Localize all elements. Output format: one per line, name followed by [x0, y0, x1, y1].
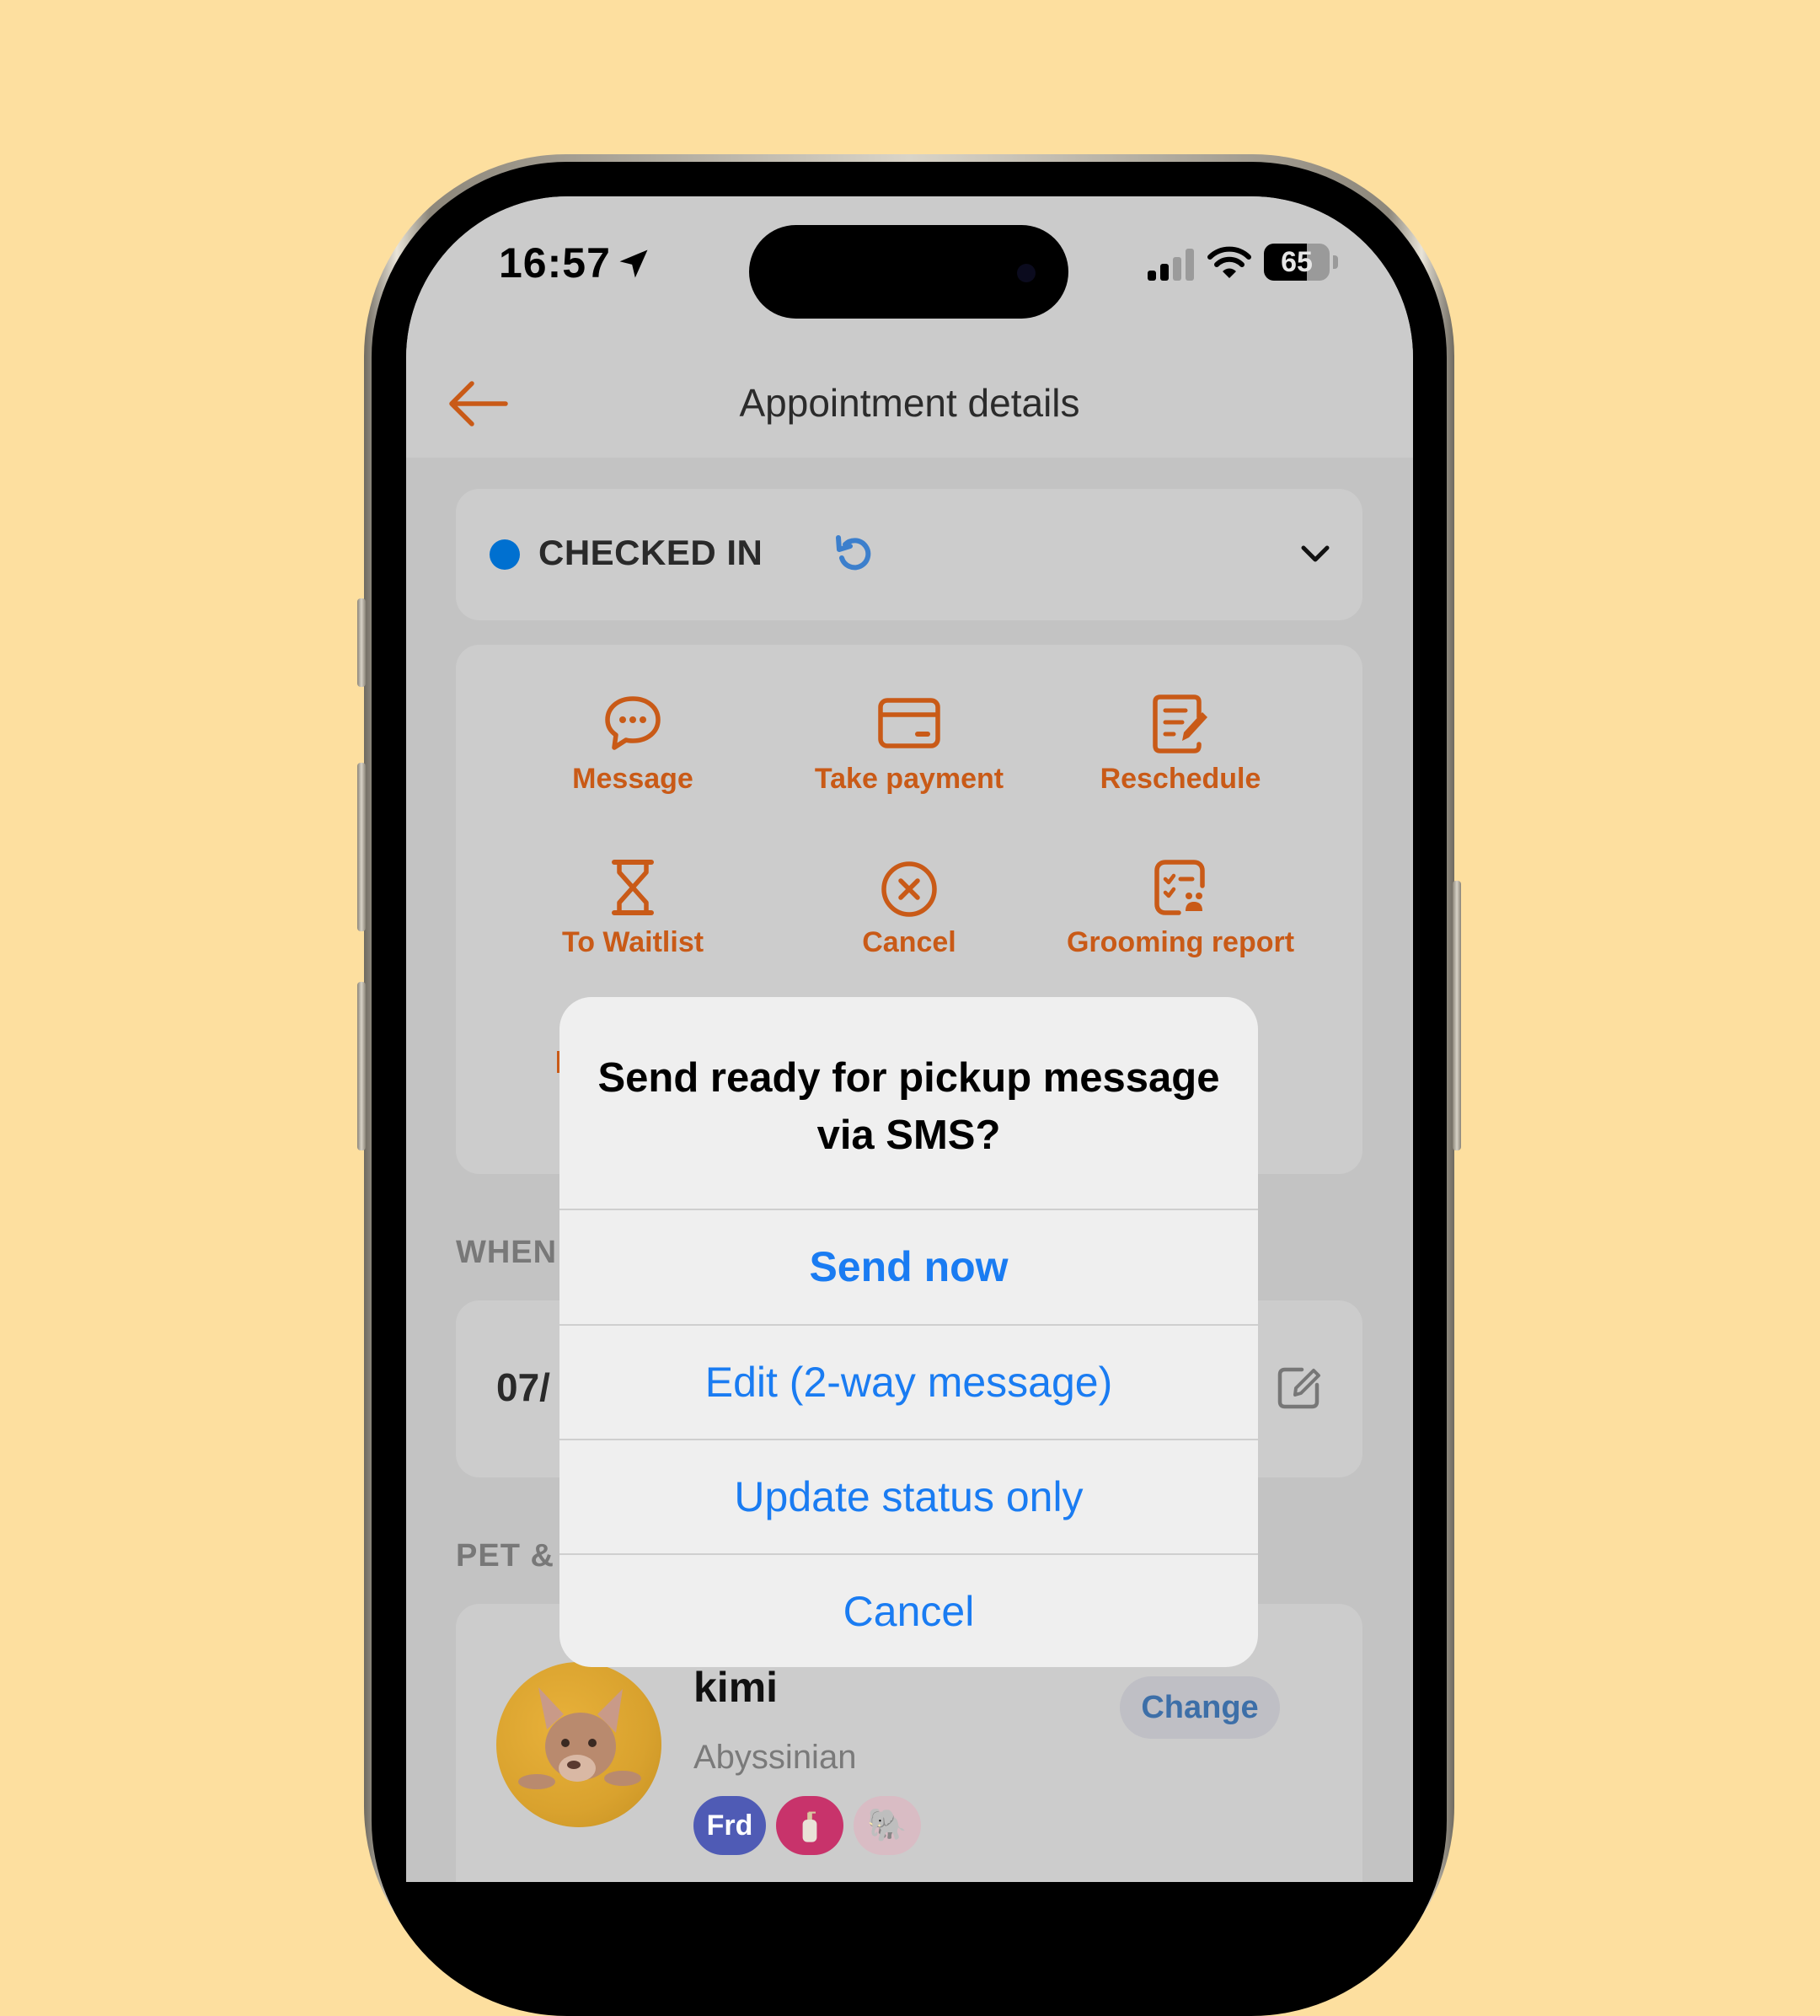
volume-up-button [357, 763, 366, 931]
sms-confirm-dialog: Send ready for pickup message via SMS? S… [559, 997, 1258, 1667]
power-button [1453, 881, 1461, 1150]
dialog-title: Send ready for pickup message via SMS? [597, 1055, 1220, 1158]
volume-down-button [357, 982, 366, 1150]
send-now-button[interactable]: Send now [559, 1209, 1258, 1324]
update-status-only-button[interactable]: Update status only [559, 1439, 1258, 1554]
action-button [357, 598, 366, 687]
dialog-cancel-button[interactable]: Cancel [559, 1553, 1258, 1667]
edit-two-way-message-button[interactable]: Edit (2-way message) [559, 1324, 1258, 1440]
